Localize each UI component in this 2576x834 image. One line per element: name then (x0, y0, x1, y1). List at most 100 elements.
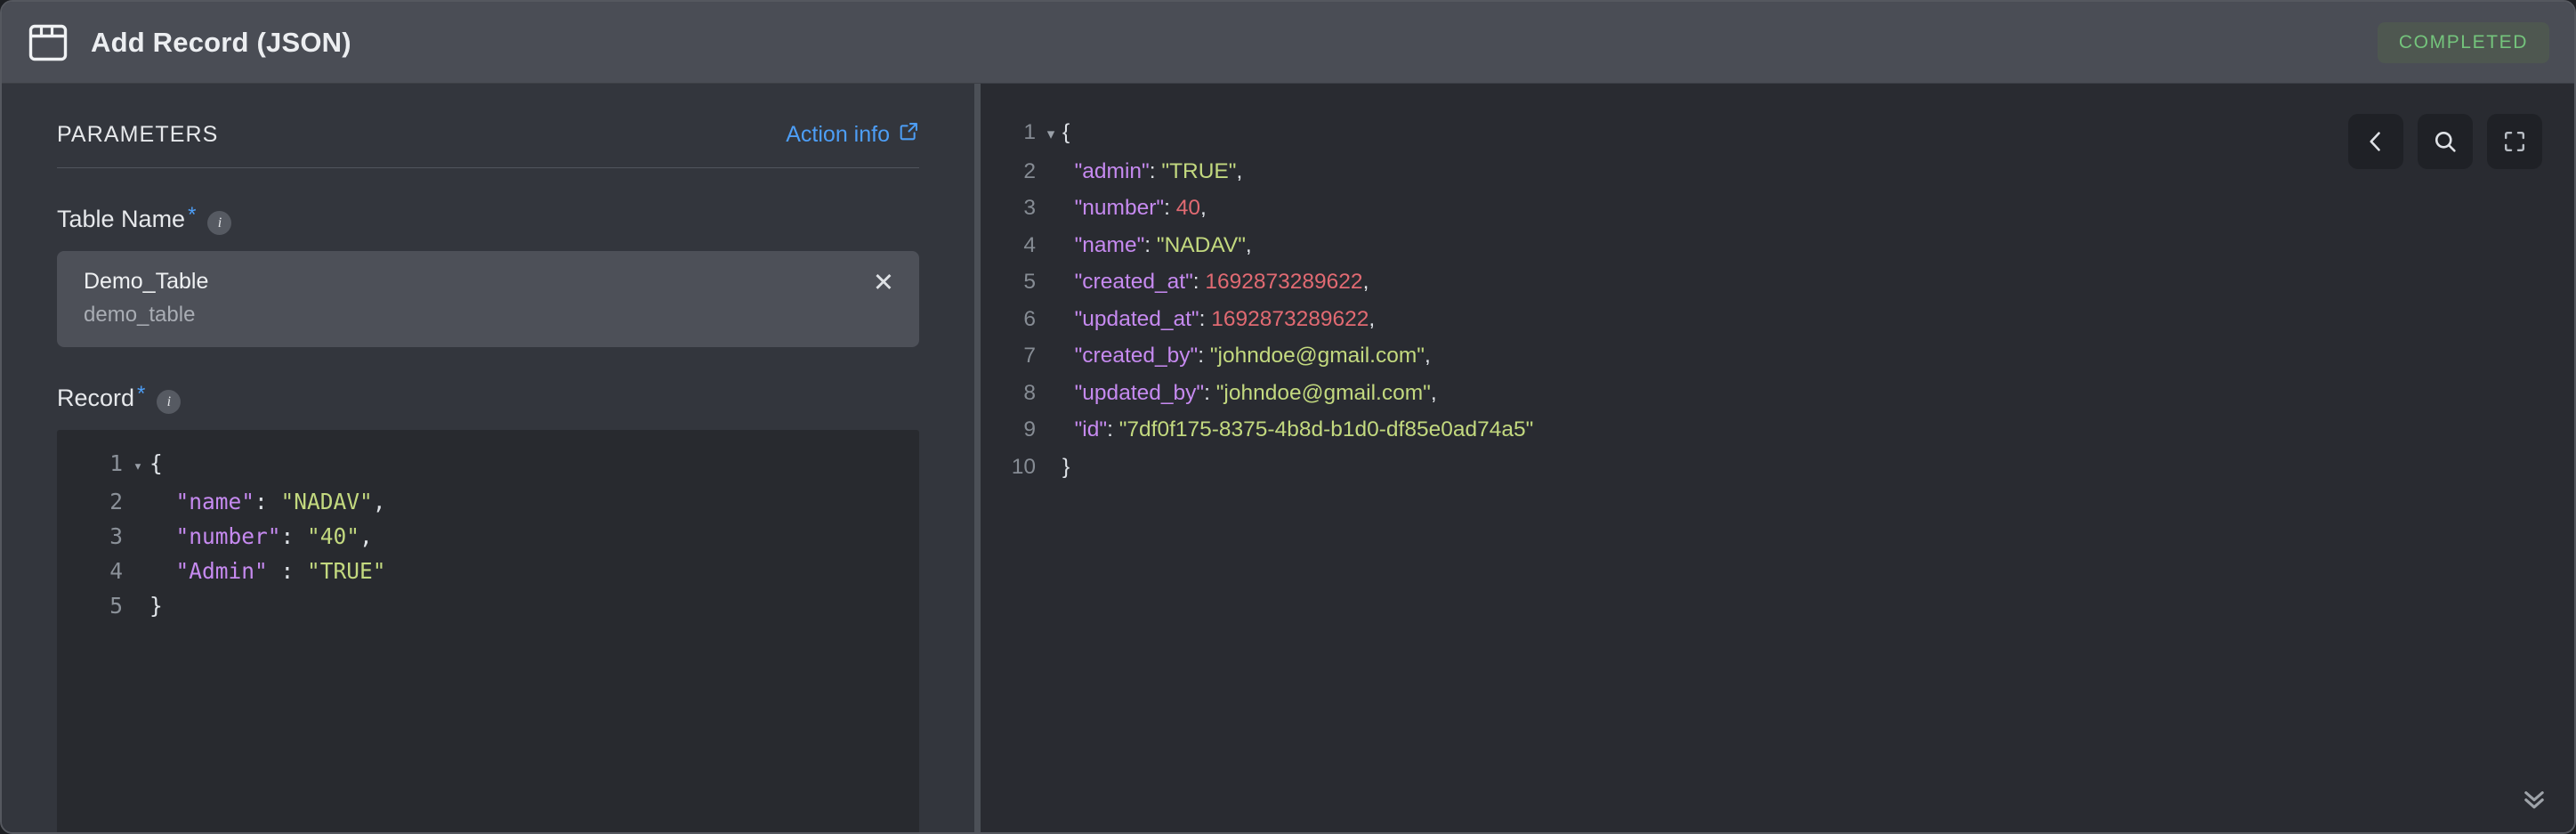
json-token-punc: , (1369, 306, 1376, 331)
json-token-str: "TRUE" (307, 558, 386, 585)
record-label: Record (57, 385, 135, 412)
status-badge: COMPLETED (2377, 21, 2549, 63)
code-text: "id": "7df0f175-8375-4b8d-b1d0-df85e0ad7… (1062, 411, 2574, 449)
code-line: 2 "admin": "TRUE", (995, 153, 2574, 190)
table-window-icon (25, 20, 71, 66)
code-text: "number": 40, (1062, 190, 2574, 227)
code-text: "number": "40", (149, 519, 919, 554)
output-panel: 1 ▾{2 "admin": "TRUE", 3 "number": 40, 4 "n… (981, 84, 2574, 832)
table-name-select[interactable]: Demo_Table demo_table ✕ (57, 251, 919, 348)
line-number: 4 (1023, 232, 1036, 257)
json-token-key: "created_by" (1062, 344, 1199, 368)
code-line: 4 "name": "NADAV", (995, 227, 2574, 264)
json-token-str: "7df0f175-8375-4b8d-b1d0-df85e0ad74a5" (1118, 417, 1534, 441)
line-number: 8 (1023, 380, 1036, 405)
code-line: 3 "number": 40, (995, 190, 2574, 227)
json-token-str: "NADAV" (280, 489, 373, 515)
json-token-punc: , (1245, 232, 1252, 257)
code-text: "created_by": "johndoe@gmail.com", (1062, 337, 2574, 375)
json-token-num: 1692873289622 (1205, 270, 1363, 294)
code-line: 9 "id": "7df0f175-8375-4b8d-b1d0-df85e0a… (995, 411, 2574, 449)
code-text: } (149, 588, 919, 623)
line-number: 3 (1023, 196, 1036, 220)
code-line: 1 ▾{ (57, 446, 919, 484)
fold-toggle-icon[interactable]: ▾ (126, 449, 149, 484)
code-line: 10} (995, 449, 2574, 486)
record-json-editor[interactable]: 1 ▾{2 "name": "NADAV", 3 "number": "40", 4 … (57, 430, 919, 832)
code-line: 3 "number": "40", (57, 519, 919, 554)
double-chevron-down-icon[interactable] (2519, 783, 2549, 818)
action-info-link[interactable]: Action info (786, 121, 919, 148)
info-icon[interactable]: i (157, 390, 182, 415)
code-text: } (1062, 449, 2574, 486)
field-record: Record * i 1 ▾{2 "name": "NADAV", 3 "numbe… (57, 384, 919, 832)
json-token-punc: } (149, 593, 163, 619)
output-editor-toolbar (2348, 114, 2542, 169)
fullscreen-icon[interactable] (2487, 114, 2542, 169)
json-token-key: "updated_by" (1062, 380, 1205, 405)
line-number: 9 (1023, 417, 1036, 441)
json-token-key: "admin" (1062, 158, 1150, 183)
line-number: 5 (109, 593, 123, 619)
code-text: "created_at": 1692873289622, (1062, 263, 2574, 301)
info-icon[interactable]: i (207, 211, 232, 235)
line-number: 10 (1011, 454, 1036, 479)
line-number: 1 (109, 450, 123, 477)
json-token-str: "40" (307, 523, 360, 550)
table-name-primary-value: Demo_Table (84, 269, 209, 294)
code-text: "name": "NADAV", (149, 484, 919, 519)
code-text: "updated_by": "johndoe@gmail.com", (1062, 375, 2574, 412)
json-token-punc: : (267, 558, 308, 585)
clear-selection-button[interactable]: ✕ (868, 267, 900, 300)
json-token-key: "id" (1062, 417, 1108, 441)
external-link-icon (899, 121, 919, 148)
json-token-punc: , (1362, 270, 1369, 294)
table-name-value-group: Demo_Table demo_table (84, 267, 868, 329)
parameters-divider (57, 167, 919, 168)
json-token-punc: } (1062, 454, 1070, 479)
json-token-str: "johndoe@gmail.com" (1215, 380, 1431, 405)
code-line: 7 "created_by": "johndoe@gmail.com", (995, 337, 2574, 375)
line-number: 4 (109, 558, 123, 585)
line-number: 6 (1023, 306, 1036, 331)
json-token-key: "created_at" (1062, 270, 1193, 294)
code-line: 6 "updated_at": 1692873289622, (995, 301, 2574, 338)
json-token-punc: , (1199, 196, 1207, 220)
json-token-str: "TRUE" (1161, 158, 1237, 183)
code-line: 4 "Admin" : "TRUE" (57, 554, 919, 588)
action-info-label: Action info (786, 121, 890, 147)
json-token-punc: : (1164, 196, 1176, 220)
json-token-key: "number" (1062, 196, 1165, 220)
json-token-punc: : (1204, 380, 1216, 405)
json-token-key: "number" (149, 523, 281, 550)
fold-toggle-icon[interactable]: ▾ (1039, 116, 1062, 153)
json-token-punc: : (254, 489, 281, 515)
json-token-punc: : (1192, 270, 1206, 294)
search-icon[interactable] (2418, 114, 2473, 169)
json-token-key: "name" (149, 489, 255, 515)
parameters-panel: PARAMETERS Action info Table Name * i De… (2, 84, 974, 832)
table-name-label-row: Table Name * i (57, 203, 919, 235)
json-token-str: "johndoe@gmail.com" (1209, 344, 1425, 368)
line-number: 3 (109, 523, 123, 550)
code-text: "Admin" : "TRUE" (149, 554, 919, 588)
panel-splitter[interactable] (974, 84, 981, 832)
action-detail-window: Add Record (JSON) COMPLETED PARAMETERS A… (0, 0, 2576, 834)
json-token-punc: { (1062, 120, 1070, 144)
record-label-row: Record * i (57, 384, 919, 415)
code-line: 2 "name": "NADAV", (57, 484, 919, 519)
parameters-title: PARAMETERS (57, 121, 219, 147)
required-asterisk: * (188, 203, 197, 227)
json-token-punc: : (1199, 306, 1212, 331)
json-token-key: "name" (1062, 232, 1145, 257)
line-number: 2 (1023, 158, 1036, 183)
back-chevron-icon[interactable] (2348, 114, 2403, 169)
json-token-punc: { (149, 450, 163, 477)
code-line: 1 ▾{ (995, 114, 2574, 153)
table-name-secondary-value: demo_table (84, 302, 196, 327)
json-token-punc: , (1430, 380, 1437, 405)
code-text: "name": "NADAV", (1062, 227, 2574, 264)
window-body: PARAMETERS Action info Table Name * i De… (2, 84, 2574, 832)
json-token-key: "Admin" (149, 558, 268, 585)
output-json-viewer[interactable]: 1 ▾{2 "admin": "TRUE", 3 "number": 40, 4 "n… (981, 114, 2574, 485)
